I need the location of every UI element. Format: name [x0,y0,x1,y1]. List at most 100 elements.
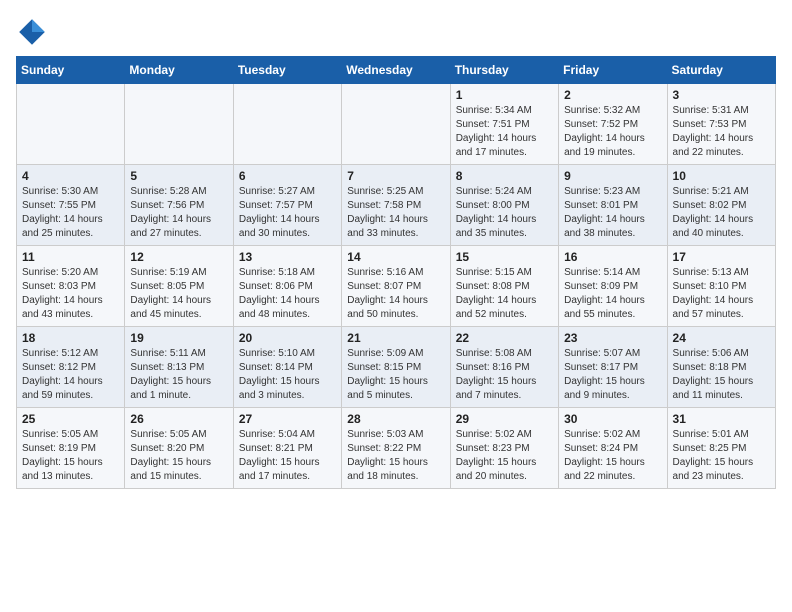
calendar-cell: 7 Sunrise: 5:25 AM Sunset: 7:58 PM Daylig… [342,165,450,246]
day-number: 24 [673,331,770,345]
calendar-cell: 20Sunrise: 5:10 AM Sunset: 8:14 PM Dayli… [233,327,341,408]
day-info: Sunrise: 5:07 AM Sunset: 8:17 PM Dayligh… [564,347,661,403]
day-info: Sunrise: 5:11 AM Sunset: 8:13 PM Dayligh… [130,347,227,403]
day-number: 22 [456,331,553,345]
day-number: 26 [130,412,227,426]
calendar-cell: 4 Sunrise: 5:30 AM Sunset: 7:55 PM Daylig… [17,165,125,246]
calendar-cell: 5 Sunrise: 5:28 AM Sunset: 7:56 PM Daylig… [125,165,233,246]
day-number: 29 [456,412,553,426]
day-info: Sunrise: 5:09 AM Sunset: 8:15 PM Dayligh… [347,347,444,403]
day-info: Sunrise: 5:30 AM Sunset: 7:55 PM Dayligh… [22,185,119,241]
day-number: 27 [239,412,336,426]
day-info: Sunrise: 5:32 AM Sunset: 7:52 PM Dayligh… [564,104,661,160]
header-monday: Monday [125,57,233,84]
day-info: Sunrise: 5:02 AM Sunset: 8:24 PM Dayligh… [564,428,661,484]
day-info: Sunrise: 5:19 AM Sunset: 8:05 PM Dayligh… [130,266,227,322]
calendar-cell: 10 Sunrise: 5:21 AM Sunset: 8:02 PM Dayli… [667,165,775,246]
calendar-cell: 23 Sunrise: 5:07 AM Sunset: 8:17 PM Dayli… [559,327,667,408]
page-header [16,16,776,48]
calendar-cell: 17 Sunrise: 5:13 AM Sunset: 8:10 PM Dayli… [667,246,775,327]
day-number: 28 [347,412,444,426]
day-info: Sunrise: 5:08 AM Sunset: 8:16 PM Dayligh… [456,347,553,403]
calendar-cell: 19 Sunrise: 5:11 AM Sunset: 8:13 PM Dayli… [125,327,233,408]
day-number: 25 [22,412,119,426]
day-info: Sunrise: 5:18 AM Sunset: 8:06 PM Dayligh… [239,266,336,322]
calendar-cell: 9 Sunrise: 5:23 AM Sunset: 8:01 PM Daylig… [559,165,667,246]
day-number: 12 [130,250,227,264]
calendar-week-5: 25 Sunrise: 5:05 AM Sunset: 8:19 PM Dayli… [17,408,776,489]
day-info: Sunrise: 5:25 AM Sunset: 7:58 PM Dayligh… [347,185,444,241]
day-number: 21 [347,331,444,345]
calendar-cell: 29Sunrise: 5:02 AM Sunset: 8:23 PM Dayli… [450,408,558,489]
calendar-table: SundayMondayTuesdayWednesdayThursdayFrid… [16,56,776,489]
day-info: Sunrise: 5:01 AM Sunset: 8:25 PM Dayligh… [673,428,770,484]
header-wednesday: Wednesday [342,57,450,84]
day-number: 1 [456,88,553,102]
calendar-cell: 25 Sunrise: 5:05 AM Sunset: 8:19 PM Dayli… [17,408,125,489]
calendar-cell: 1 Sunrise: 5:34 AM Sunset: 7:51 PM Daylig… [450,84,558,165]
day-info: Sunrise: 5:21 AM Sunset: 8:02 PM Dayligh… [673,185,770,241]
calendar-week-4: 18Sunrise: 5:12 AM Sunset: 8:12 PM Dayli… [17,327,776,408]
calendar-header-row: SundayMondayTuesdayWednesdayThursdayFrid… [17,57,776,84]
calendar-week-1: 1 Sunrise: 5:34 AM Sunset: 7:51 PM Daylig… [17,84,776,165]
calendar-cell: 14Sunrise: 5:16 AM Sunset: 8:07 PM Dayli… [342,246,450,327]
day-info: Sunrise: 5:34 AM Sunset: 7:51 PM Dayligh… [456,104,553,160]
calendar-cell: 15Sunrise: 5:15 AM Sunset: 8:08 PM Dayli… [450,246,558,327]
calendar-week-2: 4 Sunrise: 5:30 AM Sunset: 7:55 PM Daylig… [17,165,776,246]
day-info: Sunrise: 5:04 AM Sunset: 8:21 PM Dayligh… [239,428,336,484]
calendar-cell: 27 Sunrise: 5:04 AM Sunset: 8:21 PM Dayli… [233,408,341,489]
day-info: Sunrise: 5:14 AM Sunset: 8:09 PM Dayligh… [564,266,661,322]
day-number: 19 [130,331,227,345]
day-number: 13 [239,250,336,264]
calendar-cell: 30 Sunrise: 5:02 AM Sunset: 8:24 PM Dayli… [559,408,667,489]
day-number: 15 [456,250,553,264]
calendar-cell: 28 Sunrise: 5:03 AM Sunset: 8:22 PM Dayli… [342,408,450,489]
calendar-cell: 26 Sunrise: 5:05 AM Sunset: 8:20 PM Dayli… [125,408,233,489]
day-number: 10 [673,169,770,183]
day-info: Sunrise: 5:24 AM Sunset: 8:00 PM Dayligh… [456,185,553,241]
day-number: 30 [564,412,661,426]
calendar-week-3: 11Sunrise: 5:20 AM Sunset: 8:03 PM Dayli… [17,246,776,327]
day-number: 7 [347,169,444,183]
day-number: 9 [564,169,661,183]
calendar-cell: 12 Sunrise: 5:19 AM Sunset: 8:05 PM Dayli… [125,246,233,327]
day-info: Sunrise: 5:31 AM Sunset: 7:53 PM Dayligh… [673,104,770,160]
day-number: 14 [347,250,444,264]
calendar-cell: 21 Sunrise: 5:09 AM Sunset: 8:15 PM Dayli… [342,327,450,408]
day-number: 5 [130,169,227,183]
day-number: 2 [564,88,661,102]
header-sunday: Sunday [17,57,125,84]
day-info: Sunrise: 5:10 AM Sunset: 8:14 PM Dayligh… [239,347,336,403]
calendar-cell: 22 Sunrise: 5:08 AM Sunset: 8:16 PM Dayli… [450,327,558,408]
header-thursday: Thursday [450,57,558,84]
day-number: 23 [564,331,661,345]
day-info: Sunrise: 5:28 AM Sunset: 7:56 PM Dayligh… [130,185,227,241]
logo-icon [16,16,48,48]
calendar-cell: 8Sunrise: 5:24 AM Sunset: 8:00 PM Daylig… [450,165,558,246]
header-friday: Friday [559,57,667,84]
logo [16,16,52,48]
day-number: 18 [22,331,119,345]
calendar-cell: 11Sunrise: 5:20 AM Sunset: 8:03 PM Dayli… [17,246,125,327]
day-info: Sunrise: 5:03 AM Sunset: 8:22 PM Dayligh… [347,428,444,484]
calendar-cell: 16 Sunrise: 5:14 AM Sunset: 8:09 PM Dayli… [559,246,667,327]
day-number: 17 [673,250,770,264]
day-info: Sunrise: 5:13 AM Sunset: 8:10 PM Dayligh… [673,266,770,322]
day-info: Sunrise: 5:23 AM Sunset: 8:01 PM Dayligh… [564,185,661,241]
calendar-cell: 18Sunrise: 5:12 AM Sunset: 8:12 PM Dayli… [17,327,125,408]
day-info: Sunrise: 5:06 AM Sunset: 8:18 PM Dayligh… [673,347,770,403]
calendar-cell: 24 Sunrise: 5:06 AM Sunset: 8:18 PM Dayli… [667,327,775,408]
calendar-cell [233,84,341,165]
day-info: Sunrise: 5:20 AM Sunset: 8:03 PM Dayligh… [22,266,119,322]
header-tuesday: Tuesday [233,57,341,84]
calendar-cell: 2 Sunrise: 5:32 AM Sunset: 7:52 PM Daylig… [559,84,667,165]
day-info: Sunrise: 5:05 AM Sunset: 8:19 PM Dayligh… [22,428,119,484]
day-number: 6 [239,169,336,183]
day-number: 3 [673,88,770,102]
day-number: 16 [564,250,661,264]
day-number: 4 [22,169,119,183]
calendar-cell: 31Sunrise: 5:01 AM Sunset: 8:25 PM Dayli… [667,408,775,489]
calendar-cell [17,84,125,165]
day-info: Sunrise: 5:05 AM Sunset: 8:20 PM Dayligh… [130,428,227,484]
calendar-cell: 13 Sunrise: 5:18 AM Sunset: 8:06 PM Dayli… [233,246,341,327]
